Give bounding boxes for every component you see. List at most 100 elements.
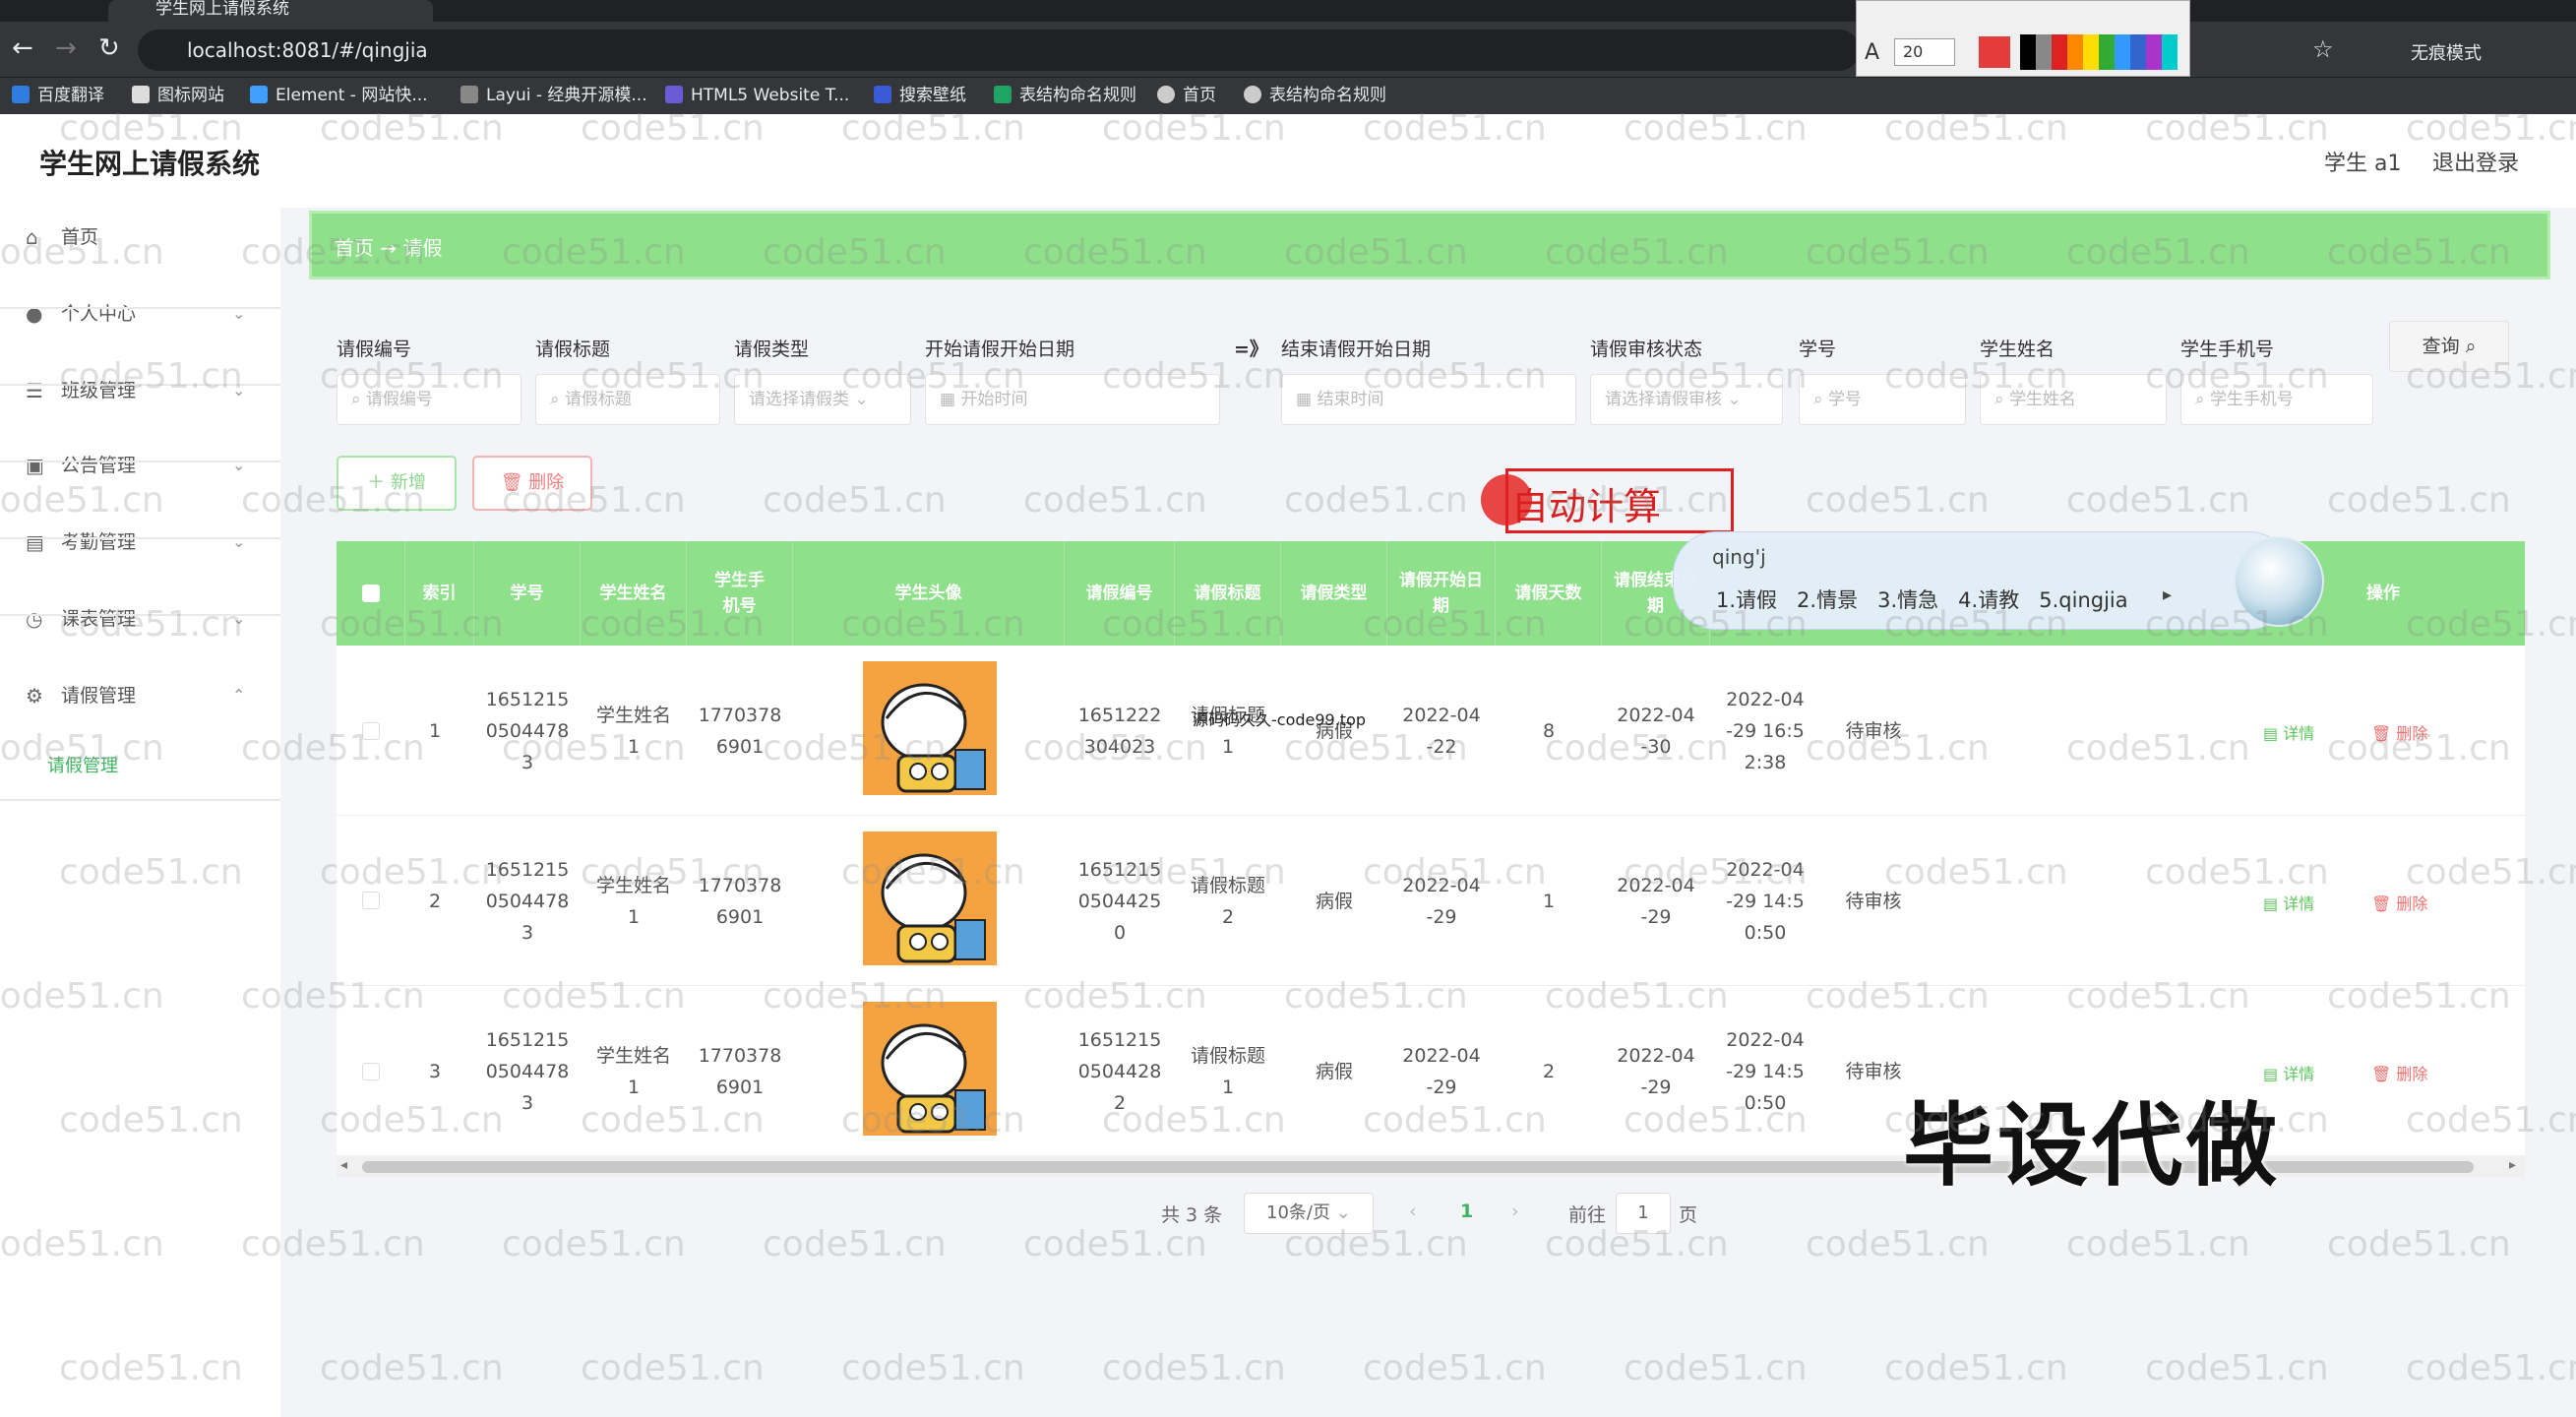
- cell-student-no: 1651215 0504478 3: [485, 688, 570, 773]
- cell-student-no: 1651215 0504478 3: [485, 1028, 570, 1114]
- bookmark-item[interactable]: Layui - 经典开源模...: [460, 83, 647, 108]
- bookmark-item[interactable]: 搜索壁纸: [874, 83, 966, 108]
- bookmark-item[interactable]: Element - 网站快...: [250, 83, 428, 108]
- col-student-name[interactable]: 学生姓名: [581, 541, 687, 646]
- col-index[interactable]: 索引: [405, 541, 474, 646]
- page-jump-input[interactable]: 1: [1616, 1193, 1671, 1234]
- title-input[interactable]: ⌕ 请假标题: [535, 374, 720, 425]
- watermark-text: code51.cn: [2066, 480, 2250, 521]
- col-start-date[interactable]: 请假开始日期: [1387, 541, 1496, 646]
- student-no-input[interactable]: ⌕ 学号: [1799, 374, 1966, 425]
- delete-button[interactable]: 🗑 删除: [472, 456, 592, 511]
- cell-type: 病假: [1315, 719, 1353, 742]
- cell-leave-no: 1651222 304023: [1077, 704, 1162, 758]
- bookmark-item[interactable]: 百度翻译: [12, 83, 104, 108]
- select-all-checkbox[interactable]: [361, 585, 380, 602]
- start-date-picker[interactable]: ▦ 开始时间: [925, 374, 1220, 425]
- breadcrumb: [309, 211, 2550, 279]
- incognito-label[interactable]: 无痕模式: [2411, 39, 2482, 65]
- col-phone[interactable]: 学生手机号: [687, 541, 793, 646]
- cell-end-date: 2022-04 -29: [1617, 874, 1695, 928]
- cell-leave-no: 1651215 0504425 0: [1077, 858, 1162, 944]
- bookmark-item[interactable]: 首页: [1157, 83, 1216, 108]
- watermark-text: code51.cn: [2066, 1224, 2250, 1264]
- forward-icon[interactable]: →: [55, 35, 77, 61]
- reload-icon[interactable]: ↻: [98, 35, 120, 61]
- bookmark-item[interactable]: 图标网站: [132, 83, 224, 108]
- bookmark-icon: [460, 86, 478, 103]
- sidebar-item-class[interactable]: ☰ 班级管理 ⌄: [0, 356, 280, 425]
- cell-start-date: 2022-04 -29: [1402, 874, 1481, 928]
- cell-index: 1: [428, 719, 442, 742]
- col-student-no[interactable]: 学号: [474, 541, 581, 646]
- status-select[interactable]: 请选择请假审核 ⌄: [1590, 374, 1783, 425]
- scroll-left-icon[interactable]: ◂: [340, 1157, 347, 1173]
- col-avatar[interactable]: 学生头像: [793, 541, 1065, 646]
- bookmark-item[interactable]: 表结构命名规则: [1244, 83, 1386, 108]
- col-type[interactable]: 请假类型: [1281, 541, 1387, 646]
- breadcrumb-text[interactable]: 首页 → 请假: [335, 232, 442, 261]
- end-date-picker[interactable]: ▦ 结束时间: [1281, 374, 1576, 425]
- font-size-select[interactable]: 20: [1894, 38, 1955, 66]
- query-button[interactable]: 查询 ⌕: [2389, 321, 2509, 372]
- text-tool-icon[interactable]: A: [1865, 40, 1879, 65]
- pagination-total: 共 3 条: [1161, 1204, 1223, 1226]
- col-leave-no[interactable]: 请假编号: [1065, 541, 1175, 646]
- color-swatch[interactable]: [1979, 36, 2010, 68]
- leave-no-input[interactable]: ⌕ 请假编号: [337, 374, 521, 425]
- scroll-right-icon[interactable]: ▸: [2509, 1157, 2516, 1173]
- col-days[interactable]: 请假天数: [1496, 541, 1602, 646]
- page-number[interactable]: 1: [1460, 1201, 1473, 1222]
- cell-created: 2022-04 -29 14:5 0:50: [1726, 1028, 1805, 1114]
- user-icon: ●: [26, 302, 43, 326]
- row-checkbox[interactable]: [362, 722, 380, 740]
- detail-button[interactable]: ▤ 详情: [2263, 891, 2314, 914]
- watermark-text: code51.cn: [2327, 1224, 2511, 1264]
- url-bar[interactable]: localhost:8081/#/qingjia: [138, 30, 1860, 71]
- next-page-icon[interactable]: ›: [1511, 1201, 1519, 1222]
- phone-input[interactable]: ⌕ 学生手机号: [2180, 374, 2373, 425]
- type-select[interactable]: 请选择请假类 ⌄: [734, 374, 911, 425]
- prev-page-icon[interactable]: ‹: [1409, 1201, 1417, 1222]
- logout-button[interactable]: 退出登录: [2432, 146, 2519, 177]
- ime-next-icon[interactable]: ▸: [2163, 585, 2172, 605]
- user-name[interactable]: 学生 a1: [2324, 146, 2401, 177]
- detail-button[interactable]: ▤ 详情: [2263, 720, 2314, 744]
- sidebar-subitem-leave[interactable]: 请假管理: [47, 752, 118, 777]
- col-title[interactable]: 请假标题: [1175, 541, 1281, 646]
- cell-title: 请假标题 2: [1190, 874, 1265, 928]
- divider: [0, 537, 280, 539]
- header-checkbox[interactable]: [337, 541, 405, 646]
- back-icon[interactable]: ←: [12, 35, 33, 61]
- watermark-text: code51.cn: [763, 1224, 947, 1264]
- bookmark-item[interactable]: HTML5 Website T...: [665, 83, 849, 108]
- sidebar-item-notice[interactable]: ▣ 公告管理 ⌄: [0, 431, 280, 500]
- sidebar-item-home[interactable]: ⌂ 首页: [0, 203, 280, 272]
- page-unit-label: 页: [1679, 1204, 1698, 1226]
- divider: [0, 307, 280, 309]
- bookmark-icon: [994, 86, 1012, 103]
- star-icon[interactable]: ☆: [2312, 35, 2334, 63]
- sidebar-item-leave[interactable]: ⚙ 请假管理 ⌃: [0, 661, 280, 730]
- bookmark-icon: [132, 86, 150, 103]
- ime-candidates[interactable]: 1.请假 2.情景 3.情急 4.请教 5.qingjia: [1716, 585, 2128, 614]
- cell-end-date: 2022-04 -30: [1617, 704, 1695, 758]
- student-name-input[interactable]: ⌕ 学生姓名: [1980, 374, 2167, 425]
- sidebar-item-profile[interactable]: ● 个人中心 ⌄: [0, 279, 280, 348]
- add-button[interactable]: ＋ 新增: [337, 456, 457, 511]
- row-delete-button[interactable]: 🗑 删除: [2371, 720, 2427, 744]
- sidebar-item-schedule[interactable]: ◷ 课表管理 ⌄: [0, 585, 280, 653]
- row-checkbox[interactable]: [362, 892, 380, 909]
- row-checkbox[interactable]: [362, 1063, 380, 1080]
- color-palette[interactable]: [2020, 34, 2177, 70]
- page-size-select[interactable]: 10条/页 ⌄: [1244, 1193, 1374, 1234]
- settings-icon: ⚙: [26, 684, 43, 708]
- row-watermark: 源码码久久-code99.top: [1193, 710, 1367, 729]
- row-delete-button[interactable]: 🗑 删除: [2371, 891, 2427, 914]
- row-delete-button[interactable]: 🗑 删除: [2371, 1061, 2427, 1084]
- cell-student-no: 1651215 0504478 3: [485, 858, 570, 944]
- browser-tab[interactable]: 学生网上请假系统: [108, 0, 433, 22]
- sidebar-item-attendance[interactable]: ▤ 考勤管理 ⌄: [0, 508, 280, 577]
- bookmark-item[interactable]: 表结构命名规则: [994, 83, 1136, 108]
- bookmark-icon: [1157, 86, 1175, 103]
